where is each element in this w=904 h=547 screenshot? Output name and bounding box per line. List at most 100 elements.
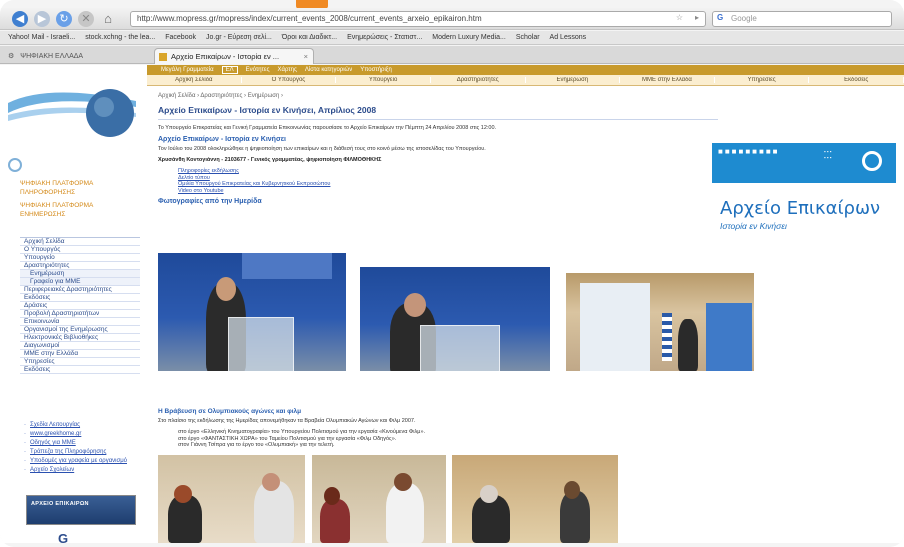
contact-line: Χρυσάνθη Κοντογιάννη - 2103677 - Γενικός… (158, 157, 718, 164)
person-head (394, 473, 412, 491)
awards-item: στον Γιάννη Τσίπρα για το έργο του «Ολυμ… (178, 442, 335, 448)
page-title: Αρχείο Επικαίρων - Ιστορία εν Κινήσει, Α… (158, 105, 377, 115)
award-photo[interactable] (158, 455, 305, 543)
sidebar-top-link[interactable]: ΨΗΦΙΑΚΗ ΠΛΑΤΦΟΡΜΑ ΕΝΗΜΕΡΩΣΗΣ (20, 201, 135, 219)
sidebar-item[interactable]: Δράσεις (20, 302, 140, 310)
bookmark-item[interactable]: Scholar (516, 34, 540, 41)
back-icon[interactable]: ◀ (12, 10, 28, 27)
stop-icon[interactable]: ✕ (78, 10, 94, 27)
awards-heading: Η Βράβευση σε Ολυμπιακούς αγώνες και φιλ… (158, 408, 302, 415)
sidebar-item[interactable]: Αρχική Σελίδα (20, 238, 140, 246)
top-utility-item[interactable]: Μεγάλη Γραμματεία (161, 67, 214, 73)
tab-home[interactable]: ⚙ ΨΗΦΙΑΚΗ ΕΛΛΑΔΑ (8, 49, 138, 63)
bookmark-item[interactable]: Modern Luxury Media... (432, 34, 506, 41)
sidebar-bottom-link[interactable]: Υποδομές για γραφεία με οργανισμό (24, 457, 139, 465)
bookmark-item[interactable]: Jo.gr - Εύρεση σελί... (206, 34, 272, 41)
person-head (324, 487, 340, 505)
sidebar-bottom-link[interactable]: www.greekhome.gr (24, 430, 139, 438)
google-icon: G (717, 13, 724, 22)
bookmark-item[interactable]: Όροι και Διαδικτ... (282, 34, 337, 41)
bookmark-star-icon[interactable]: ☆ (676, 13, 683, 22)
url-bar[interactable]: http://www.mopress.gr/mopress/index/curr… (130, 11, 706, 27)
reload-icon[interactable]: ↻ (56, 10, 72, 27)
bookmark-item[interactable]: Yahoo! Mail - Israeli... (8, 34, 75, 41)
settings-icon[interactable]: ⚙ (8, 52, 14, 60)
main-nav-item[interactable]: Ενημέρωση (526, 77, 621, 83)
archive-logo-subtitle: Ιστορία εν Κινήσει (720, 221, 787, 231)
divider (158, 119, 718, 120)
sidebar-item[interactable]: Οργανισμοί της Ενημέρωσης (20, 326, 140, 334)
sidebar-item[interactable]: Ηλεκτρονικές Βιβλιοθήκες (20, 334, 140, 342)
top-utility-item[interactable]: Χάρτης (277, 67, 296, 73)
main-nav-item[interactable]: Εκδόσεις (809, 77, 904, 83)
person-figure (320, 499, 350, 543)
podium (420, 325, 500, 371)
top-utility-item[interactable]: Ενότητες (246, 67, 270, 73)
related-link[interactable]: Video στο Youtube (178, 188, 718, 195)
event-photo[interactable] (158, 253, 346, 371)
contact-text: Χρυσάνθη Κοντογιάννη - 2103677 - Γενικός… (158, 157, 382, 163)
photos-heading: Φωτογραφίες από την Ημερίδα (158, 198, 262, 205)
tab-strip: ⚙ ΨΗΦΙΑΚΗ ΕΛΛΑΔΑ Αρχείο Επικαίρων - Ιστο… (0, 46, 904, 64)
forward-icon[interactable]: ▶ (34, 10, 50, 27)
tab-active[interactable]: Αρχείο Επικαίρων - Ιστορία εν ... × (154, 48, 314, 64)
top-utility-item[interactable]: Υποστήριξη (360, 67, 392, 73)
main-nav-item[interactable]: ΜΜΕ στην Ελλάδα (620, 77, 715, 83)
main-nav-item[interactable]: Δραστηριότητες (431, 77, 526, 83)
sidebar-item[interactable]: Εκδόσεις (20, 366, 140, 374)
backdrop-banner (242, 253, 332, 279)
bookmark-item[interactable]: stock.xchng - the lea... (85, 34, 155, 41)
awards-section: Η Βράβευση σε Ολυμπιακούς αγώνες και φιλ… (158, 405, 718, 449)
sidebar-item[interactable]: Επικοινωνία (20, 318, 140, 326)
person-head (174, 485, 192, 503)
search-box[interactable]: G Google (712, 11, 892, 27)
browser-window: ◀ ▶ ↻ ✕ ⌂ http://www.mopress.gr/mopress/… (0, 0, 904, 547)
breadcrumb[interactable]: Αρχική Σελίδα › Δραστηριότητες › Ενημέρω… (158, 93, 718, 99)
event-photo[interactable] (360, 267, 550, 371)
bookmark-item[interactable]: Ad Lessons (550, 34, 587, 41)
bookmark-item[interactable]: Ενημερώσεις - Στατιστ... (347, 34, 422, 41)
sidebar-item[interactable]: ΜΜΕ στην Ελλάδα (20, 350, 140, 358)
film-strip-icon: ■■■■■■■■■ (718, 147, 780, 156)
sidebar-bottom-link[interactable]: Τράπεζα της Πληροφόρησης (24, 448, 139, 456)
close-tab-icon[interactable]: × (304, 52, 308, 61)
sidebar-item[interactable]: Ο Υπουργός (20, 246, 140, 254)
sidebar-bottom-link[interactable]: Οδηγός για ΜΜΕ (24, 439, 139, 447)
speaker-head (216, 277, 236, 301)
sidebar-subitem[interactable]: Ενημέρωση (20, 270, 140, 278)
awards-list: στο έργο «Ελληνική Κινηματογραφία» του Υ… (178, 429, 718, 449)
go-icon[interactable]: ▸ (695, 13, 699, 22)
greek-flag-icon (662, 313, 672, 361)
person-figure (560, 491, 590, 543)
sidebar-bottom-links: Σχεδία Λειτουργίας www.greekhome.gr Οδηγ… (24, 421, 139, 475)
award-photo[interactable] (452, 455, 618, 543)
sidebar-top-link[interactable]: ΨΗΦΙΑΚΗ ΠΛΑΤΦΟΡΜΑ ΠΛΗΡΟΦΟΡΗΣΗΣ (20, 179, 135, 197)
event-photo[interactable] (566, 273, 754, 371)
sidebar-subitem[interactable]: Γραφείο για ΜΜΕ (20, 278, 140, 286)
language-switch[interactable]: ΕΛ (221, 66, 238, 74)
sidebar-bottom-link[interactable]: Αρχείο Σχολείων (24, 466, 139, 474)
sidebar-item[interactable]: Υπουργείο (20, 254, 140, 262)
sidebar-bottom-link[interactable]: Σχεδία Λειτουργίας (24, 421, 139, 429)
sidebar-item[interactable]: Υπηρεσίες (20, 358, 140, 366)
speaker-head (404, 293, 426, 317)
top-utility-item[interactable]: Λίστα κατηγοριών (305, 67, 352, 73)
person-head (480, 485, 498, 503)
podium (228, 317, 294, 371)
main-content: Αρχική Σελίδα › Δραστηριότητες › Ενημέρω… (158, 93, 718, 208)
sidebar-item[interactable]: Εκδόσεις (20, 294, 140, 302)
sidebar: ΨΗΦΙΑΚΗ ΠΛΑΤΦΟΡΜΑ ΠΛΗΡΟΦΟΡΗΣΗΣ ΨΗΦΙΑΚΗ Π… (0, 65, 147, 546)
main-nav-item[interactable]: Ο Υπουργός (242, 77, 337, 83)
sidebar-item[interactable]: Προβολή Δραστηριοτήτων (20, 310, 140, 318)
main-nav-item[interactable]: Υπουργείο (336, 77, 431, 83)
sidebar-item[interactable]: Δραστηριότητες (20, 262, 140, 270)
top-utility-menu: Μεγάλη Γραμματεία ΕΛ Ενότητες Χάρτης Λίσ… (147, 65, 904, 75)
award-photo[interactable] (312, 455, 446, 543)
home-icon[interactable]: ⌂ (100, 11, 116, 27)
sidebar-item[interactable]: Διαγωνισμοί (20, 342, 140, 350)
sidebar-item[interactable]: Περιφερειακές Δραστηριότητες (20, 286, 140, 294)
archive-banner[interactable]: ΑΡΧΕΙΟ ΕΠΙΚΑΙΡΩΝ (26, 495, 136, 525)
main-nav-item[interactable]: Αρχική Σελίδα (147, 77, 242, 83)
bookmark-item[interactable]: Facebook (165, 34, 196, 41)
main-nav-item[interactable]: Υπηρεσίες (715, 77, 810, 83)
